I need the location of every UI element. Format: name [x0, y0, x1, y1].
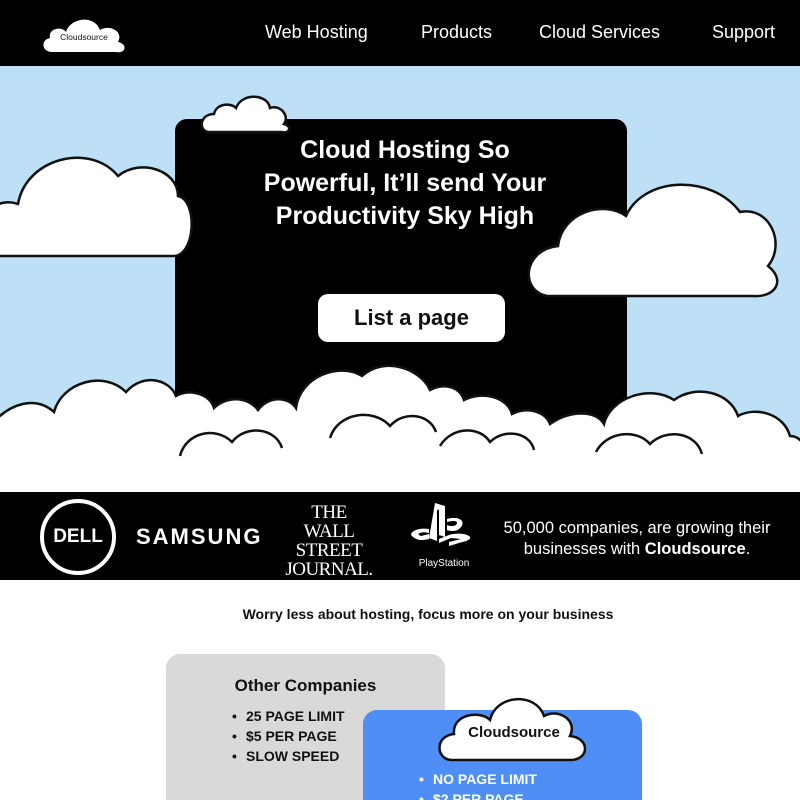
wsj-logo: THE WALL STREET JOURNAL.: [272, 503, 386, 579]
cloudsource-list: NO PAGE LIMIT $2 PER PAGE: [419, 769, 537, 800]
small-cloud-icon: [200, 95, 291, 134]
hero-title: Cloud Hosting So Powerful, It’ll send Yo…: [263, 136, 547, 230]
tagline-brand: Cloudsource: [644, 540, 746, 558]
brand-logos-bar: DELL SAMSUNG THE WALL STREET JOURNAL. Pl…: [0, 492, 800, 580]
right-cloud-icon: [527, 183, 779, 298]
dell-logo-text: DELL: [53, 526, 103, 547]
nav-web-hosting[interactable]: Web Hosting: [265, 22, 368, 43]
cloudsource-title: Cloudsource: [468, 724, 560, 741]
list-a-page-button[interactable]: List a page: [318, 294, 505, 342]
tagline-suffix: .: [745, 540, 751, 558]
logo-text[interactable]: Cloudsource: [38, 32, 130, 42]
nav-cloud-services[interactable]: Cloud Services: [539, 22, 660, 43]
other-companies-list: 25 PAGE LIMIT $5 PER PAGE SLOW SPEED: [232, 706, 345, 766]
left-cloud-icon: [0, 156, 193, 258]
companies-tagline: 50,000 companies, are growing their busi…: [484, 518, 790, 560]
list-item: 25 PAGE LIMIT: [232, 706, 345, 726]
list-item: SLOW SPEED: [232, 746, 345, 766]
wsj-line-2: WALL STREET: [295, 521, 363, 561]
list-item: NO PAGE LIMIT: [419, 769, 537, 789]
list-item: $5 PER PAGE: [232, 726, 345, 746]
hero-clouds: [0, 95, 800, 492]
samsung-logo: SAMSUNG: [136, 524, 263, 549]
playstation-logo-text: PlayStation: [418, 558, 470, 569]
nav-products[interactable]: Products: [421, 22, 492, 43]
bottom-clouds-icon: [0, 364, 800, 492]
other-companies-title: Other Companies: [234, 676, 377, 695]
wsj-line-3: JOURNAL.: [285, 559, 373, 580]
comparison-heading: Worry less about hosting, focus more on …: [242, 606, 614, 622]
wsj-line-1: THE: [311, 502, 347, 523]
top-nav: Cloudsource Web Hosting Products Cloud S…: [0, 0, 800, 66]
hero-section: Cloud Hosting So Powerful, It’ll send Yo…: [0, 66, 800, 492]
playstation-icon: [411, 503, 471, 546]
nav-support[interactable]: Support: [712, 22, 775, 43]
list-item: $2 PER PAGE: [419, 789, 537, 800]
